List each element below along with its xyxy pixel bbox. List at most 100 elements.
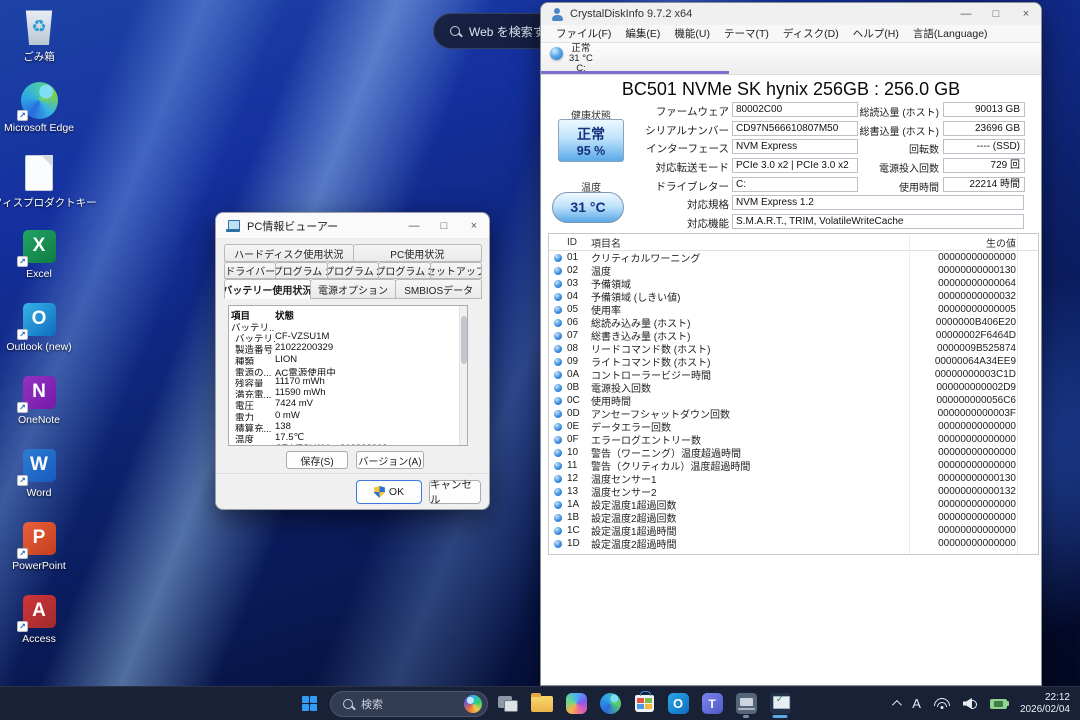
list-item[interactable]: 製造番号21022200329 [231, 342, 458, 353]
list-item[interactable]: 電圧7424 mV [231, 398, 458, 409]
list-item-name: 電源の... [231, 365, 275, 376]
smart-id: 0F [567, 434, 591, 445]
close-icon[interactable]: × [459, 220, 489, 232]
list-item[interactable]: 積算充...138 [231, 421, 458, 432]
cdi-menu-0[interactable]: ファイル(F) [549, 26, 618, 41]
minimize-icon[interactable]: — [951, 8, 981, 20]
field-row: 総書込量 (ホスト)23696 GB [541, 121, 1039, 140]
copilot-button[interactable] [562, 689, 590, 719]
cdi-menu-3[interactable]: テーマ(T) [717, 26, 776, 41]
minimize-icon[interactable]: — [399, 220, 429, 232]
file-explorer-button[interactable] [528, 689, 556, 719]
tab-プログラム 3[interactable]: プログラム 3 [378, 262, 430, 279]
store-button[interactable] [630, 689, 658, 719]
tab-プログラム 1[interactable]: プログラム 1 [275, 262, 327, 279]
tab-ドライバー[interactable]: ドライバー [224, 262, 276, 279]
desktop-icon-label: Excel [26, 268, 52, 280]
wifi-icon[interactable] [934, 698, 950, 709]
cdi-menu-1[interactable]: 編集(E) [618, 26, 667, 41]
desktop-icon-ppt[interactable]: P↗PowerPoint [0, 515, 78, 588]
scrollbar-thumb[interactable] [461, 316, 467, 364]
maximize-icon[interactable]: □ [429, 220, 459, 232]
drive-tab[interactable]: 正常 31 °C C: [569, 44, 593, 74]
pcv-tabs-row2: ドライバープログラム 1プログラム 2プログラム 3セットアップ [224, 262, 481, 279]
list-item-value: 11590 mWh [275, 387, 458, 398]
tab-PC使用状況[interactable]: PC使用状況 [353, 244, 483, 262]
tab-ハードディスク使用状況[interactable]: ハードディスク使用状況 [224, 244, 354, 262]
tray-chevron-up-icon[interactable] [892, 700, 902, 710]
ime-indicator[interactable]: A [912, 696, 921, 711]
ok-button[interactable]: OK [356, 480, 422, 504]
ok-button-label: OK [389, 486, 404, 498]
tab-SMBIOSデータ[interactable]: SMBIOSデータ [395, 279, 482, 299]
desktop-icon-label: OneNote [18, 414, 60, 426]
field-value: S.M.A.R.T., TRIM, VolatileWriteCache [732, 214, 1024, 229]
crystaldiskinfo-taskbar-button[interactable] [732, 689, 760, 719]
tab-セットアップ[interactable]: セットアップ [430, 262, 482, 279]
speaker-icon[interactable] [963, 698, 977, 709]
list-item[interactable]: 残容量11170 mWh [231, 376, 458, 387]
desktop-icon-onenote[interactable]: N↗OneNote [0, 369, 78, 442]
desktop-icon-list: ♻ごみ箱↗Microsoft EdgeオフィスプロダクトキーX↗ExcelO↗O… [0, 4, 78, 661]
smart-id: 10 [567, 447, 591, 458]
cdi-menu-4[interactable]: ディスク(D) [776, 26, 846, 41]
list-item-value: AC電源使用中 [275, 365, 458, 376]
cdi-menubar: ファイル(F)編集(E)機能(U)テーマ(T)ディスク(D)ヘルプ(H)言語(L… [541, 25, 1041, 43]
save-button[interactable]: 保存(S) [286, 451, 348, 469]
edge-button[interactable] [596, 689, 624, 719]
desktop-icon-excel[interactable]: X↗Excel [0, 223, 78, 296]
pc-viewer-taskbar-button[interactable] [766, 689, 794, 719]
list-item[interactable]: 満充電...11590 mWh [231, 387, 458, 398]
cdi-menu-5[interactable]: ヘルプ(H) [846, 26, 906, 41]
taskbar-search-box[interactable]: 検索 [330, 691, 488, 717]
status-good-dot-icon [554, 254, 562, 262]
desktop-icon-access[interactable]: A↗Access [0, 588, 78, 661]
smart-id: 08 [567, 343, 591, 354]
desktop-icon-doc[interactable]: オフィスプロダクトキー [0, 150, 78, 223]
maximize-icon[interactable]: □ [981, 8, 1011, 20]
outlook-button[interactable]: O [664, 689, 692, 719]
pcv-titlebar[interactable]: PC情報ビューアー — □ × [216, 213, 489, 239]
list-item[interactable]: 電力0 mW [231, 410, 458, 421]
list-item[interactable]: 温度17.5℃ [231, 432, 458, 443]
cdi-menu-6[interactable]: 言語(Language) [906, 26, 995, 41]
list-item[interactable]: 電源の...AC電源使用中 [231, 365, 458, 376]
list-item[interactable]: 種類LION [231, 354, 458, 365]
version-button[interactable]: バージョン(A) [356, 451, 424, 469]
tab-バッテリー使用状況[interactable]: バッテリー使用状況 [224, 279, 311, 299]
field-label: 電源投入回数 [841, 160, 939, 175]
taskbar: 検索 O T A 22:12 2026/02/04 [0, 686, 1080, 720]
teams-button[interactable]: T [698, 689, 726, 719]
start-button[interactable] [294, 690, 324, 718]
desktop-icon-word[interactable]: W↗Word [0, 442, 78, 515]
close-icon[interactable]: × [1011, 8, 1041, 20]
teams-icon: T [702, 693, 723, 714]
running-indicator [743, 715, 749, 718]
cancel-button[interactable]: キャンセル [429, 480, 481, 504]
field-value: 22214 時間 [943, 177, 1025, 192]
listbox-scrollbar[interactable] [459, 306, 467, 445]
status-good-dot-icon [554, 488, 562, 496]
status-good-dot-icon [554, 462, 562, 470]
smart-id: 1B [567, 512, 591, 523]
smart-raw-value: 00000000000000 [910, 252, 1016, 263]
status-good-dot-icon [554, 514, 562, 522]
smart-header-row: ID 項目名 生の値 [549, 234, 1038, 251]
battery-icon[interactable] [990, 699, 1007, 709]
tab-電源オプション[interactable]: 電源オプション [310, 279, 397, 299]
desktop-icon-outlook[interactable]: O↗Outlook (new) [0, 296, 78, 369]
status-good-dot-icon [554, 384, 562, 392]
cdi-titlebar[interactable]: CrystalDiskInfo 9.7.2 x64 — □ × [541, 3, 1041, 25]
list-item[interactable]: バッテリ...CF-VZSU1M 210222003... [231, 443, 458, 446]
list-item[interactable]: バッテリ... [231, 320, 458, 331]
desktop-icon-edge[interactable]: ↗Microsoft Edge [0, 77, 78, 150]
list-item[interactable]: バッテリ...CF-VZSU1M [231, 331, 458, 342]
taskbar-clock[interactable]: 22:12 2026/02/04 [1020, 692, 1070, 716]
cdi-menu-2[interactable]: 機能(U) [667, 26, 717, 41]
smart-id: 0C [567, 395, 591, 406]
task-view-button[interactable] [494, 689, 522, 719]
status-good-dot-icon [554, 501, 562, 509]
tab-プログラム 2[interactable]: プログラム 2 [327, 262, 379, 279]
desktop-icon-recycle[interactable]: ♻ごみ箱 [0, 4, 78, 77]
status-good-dot-icon [554, 319, 562, 327]
